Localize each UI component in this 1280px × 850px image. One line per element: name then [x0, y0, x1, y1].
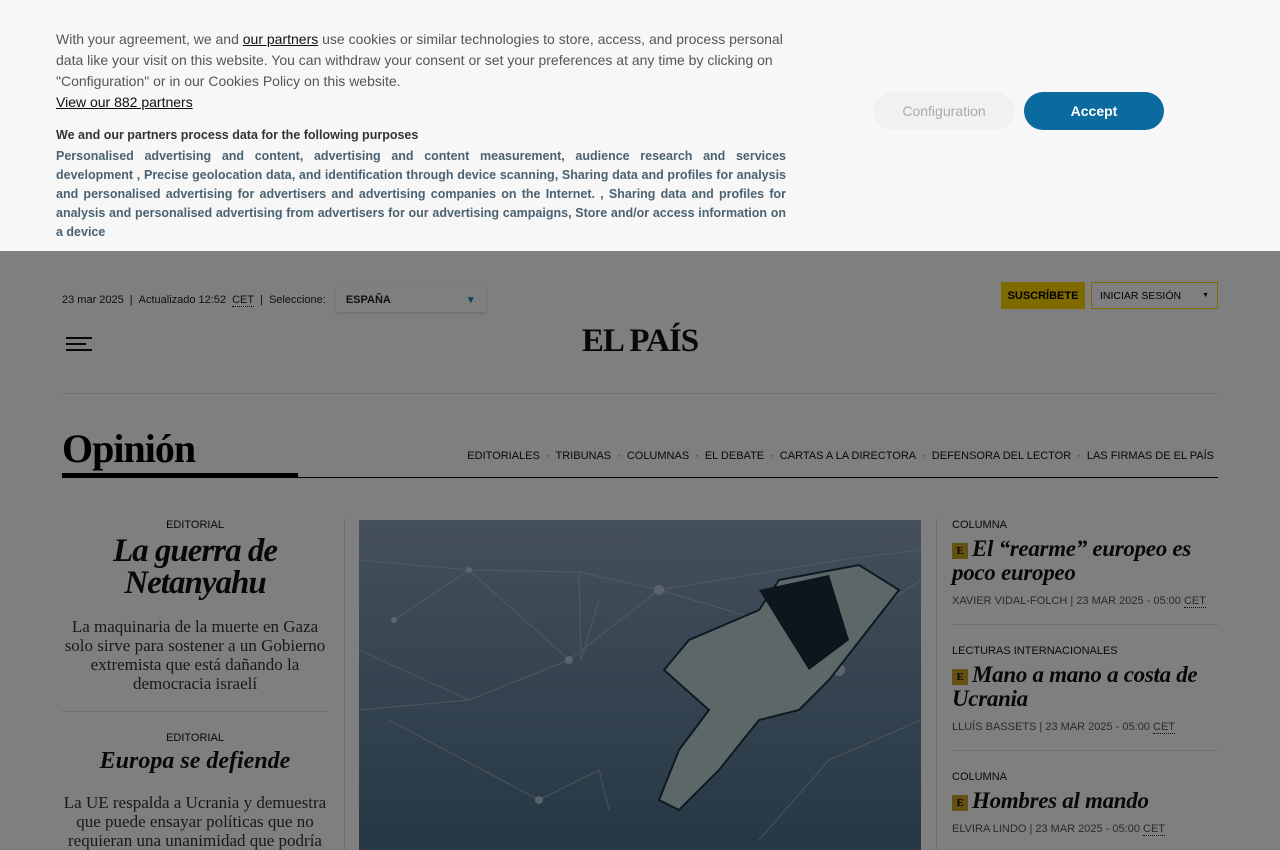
purposes-list: Personalised advertising and content, ad… [56, 149, 786, 239]
consent-text: With your agreement, we and our partners… [56, 29, 791, 113]
configuration-button[interactable]: Configuration [874, 92, 1014, 130]
modal-overlay [0, 251, 1280, 850]
accept-button[interactable]: Accept [1024, 92, 1164, 130]
our-partners-link[interactable]: our partners [243, 31, 318, 47]
cookie-consent-banner: With your agreement, we and our partners… [0, 0, 1280, 251]
purposes-heading: We and our partners process data for the… [56, 128, 419, 142]
view-partners-link[interactable]: View our 882 partners [56, 92, 791, 113]
consent-text-start: With your agreement, we and [56, 31, 243, 47]
